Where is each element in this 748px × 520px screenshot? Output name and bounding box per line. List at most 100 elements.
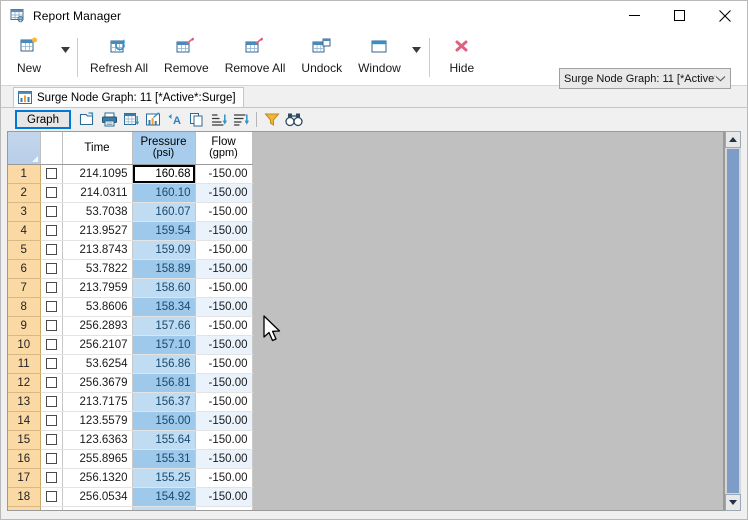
cell-flow[interactable]: -150.00: [195, 487, 253, 507]
scrollbar-track[interactable]: [725, 148, 741, 494]
row-checkbox-cell[interactable]: [40, 183, 63, 203]
row-checkbox-cell[interactable]: [40, 506, 63, 510]
scroll-up-button[interactable]: [725, 131, 741, 148]
row-header-cell[interactable]: 11: [8, 354, 41, 374]
row-checkbox[interactable]: [45, 300, 57, 312]
cell-pressure[interactable]: 156.00: [132, 411, 196, 431]
format-text-icon[interactable]: A: [164, 110, 186, 130]
row-checkbox-cell[interactable]: [40, 487, 63, 507]
cell-time[interactable]: 213.8743: [62, 240, 133, 260]
data-grid[interactable]: Time Pressure (psi) Flow (gpm) 1 214.1095…: [7, 131, 724, 511]
cell-flow[interactable]: -150.00: [195, 297, 253, 317]
report-selector-combobox[interactable]: Surge Node Graph: 11 [*Active*: [559, 68, 731, 89]
row-checkbox-cell[interactable]: [40, 221, 63, 241]
row-header-cell[interactable]: 10: [8, 335, 41, 355]
vertical-scrollbar[interactable]: [724, 131, 741, 511]
row-checkbox[interactable]: [45, 395, 57, 407]
cell-pressure[interactable]: 157.10: [132, 335, 196, 355]
cell-pressure[interactable]: 160.07: [132, 202, 196, 222]
cell-pressure[interactable]: 156.37: [132, 392, 196, 412]
graph-button[interactable]: Graph: [15, 110, 71, 129]
row-checkbox-cell[interactable]: [40, 164, 63, 184]
row-checkbox-cell[interactable]: [40, 392, 63, 412]
cell-flow[interactable]: -150.00: [195, 316, 253, 336]
row-checkbox[interactable]: [45, 262, 57, 274]
row-header-cell[interactable]: 5: [8, 240, 41, 260]
window-dropdown-caret[interactable]: [409, 30, 425, 85]
cell-time[interactable]: 256.3679: [62, 373, 133, 393]
cell-time[interactable]: 53.6254: [62, 354, 133, 374]
document-tab-surge-node-graph[interactable]: Surge Node Graph: 11 [*Active*:Surge]: [13, 87, 244, 107]
cell-flow[interactable]: -150.00: [195, 392, 253, 412]
cell-pressure[interactable]: 155.31: [132, 449, 196, 469]
cell-time[interactable]: 213.7959: [62, 278, 133, 298]
row-checkbox[interactable]: [45, 357, 57, 369]
row-header-cell[interactable]: 12: [8, 373, 41, 393]
table-row[interactable]: 9 256.2893 157.66 -150.00: [8, 316, 253, 336]
row-header-cell[interactable]: 15: [8, 430, 41, 450]
table-row[interactable]: 10 256.2107 157.10 -150.00: [8, 335, 253, 355]
copy-icon[interactable]: [186, 110, 208, 130]
cell-flow[interactable]: -150.00: [195, 335, 253, 355]
filter-icon[interactable]: [261, 110, 283, 130]
table-row[interactable]: 17 256.1320 155.25 -150.00: [8, 468, 253, 488]
scroll-down-button[interactable]: [725, 494, 741, 511]
row-checkbox-cell[interactable]: [40, 297, 63, 317]
cell-time[interactable]: 255.8965: [62, 449, 133, 469]
grid-select-all-corner[interactable]: [8, 132, 41, 165]
cell-pressure[interactable]: 156.86: [132, 354, 196, 374]
grid-header-flow[interactable]: Flow (gpm): [195, 132, 253, 165]
table-row[interactable]: 5 213.8743 159.09 -150.00: [8, 240, 253, 260]
cell-pressure[interactable]: 160.10: [132, 183, 196, 203]
minimize-button[interactable]: [612, 1, 657, 30]
row-checkbox-cell[interactable]: [40, 202, 63, 222]
row-checkbox[interactable]: [45, 490, 57, 502]
table-row[interactable]: 13 213.7175 156.37 -150.00: [8, 392, 253, 412]
row-checkbox-cell[interactable]: [40, 316, 63, 336]
cell-flow[interactable]: -150.00: [195, 202, 253, 222]
cell-time[interactable]: 256.2893: [62, 316, 133, 336]
row-checkbox[interactable]: [45, 319, 57, 331]
cell-time[interactable]: 53.7038: [62, 202, 133, 222]
row-header-cell[interactable]: 3: [8, 202, 41, 222]
cell-time[interactable]: 214.1095: [62, 164, 133, 184]
open-report-icon[interactable]: [76, 110, 98, 130]
row-header-cell[interactable]: 8: [8, 297, 41, 317]
find-icon[interactable]: [283, 110, 305, 130]
table-row[interactable]: 7 213.7959 158.60 -150.00: [8, 278, 253, 298]
cell-pressure[interactable]: 158.60: [132, 278, 196, 298]
ribbon-button-window[interactable]: Window: [350, 30, 409, 85]
row-header-cell[interactable]: 2: [8, 183, 41, 203]
scrollbar-thumb[interactable]: [727, 149, 739, 493]
row-checkbox[interactable]: [45, 376, 57, 388]
cell-pressure[interactable]: 155.25: [132, 468, 196, 488]
cell-flow[interactable]: -150.00: [195, 506, 253, 510]
ribbon-button-hide[interactable]: Hide: [434, 30, 490, 85]
row-checkbox-cell[interactable]: [40, 430, 63, 450]
table-row[interactable]: 4 213.9527 159.54 -150.00: [8, 221, 253, 241]
cell-time[interactable]: 213.7175: [62, 392, 133, 412]
row-checkbox-cell[interactable]: [40, 449, 63, 469]
grid-header-checkbox-column[interactable]: [40, 132, 63, 165]
cell-time[interactable]: 255.8181: [62, 506, 133, 510]
row-checkbox[interactable]: [45, 224, 57, 236]
row-header-cell[interactable]: 9: [8, 316, 41, 336]
table-row[interactable]: 2 214.0311 160.10 -150.00: [8, 183, 253, 203]
table-row[interactable]: 19 255.8181154.80-150.00: [8, 506, 253, 510]
cell-flow[interactable]: -150.00: [195, 259, 253, 279]
row-checkbox[interactable]: [45, 414, 57, 426]
table-row[interactable]: 15 123.6363 155.64 -150.00: [8, 430, 253, 450]
cell-pressure[interactable]: 154.92: [132, 487, 196, 507]
cell-flow[interactable]: -150.00: [195, 240, 253, 260]
cell-pressure-focused[interactable]: 160.68: [132, 164, 196, 184]
cell-flow[interactable]: -150.00: [195, 373, 253, 393]
row-checkbox-cell[interactable]: [40, 354, 63, 374]
row-checkbox[interactable]: [45, 167, 57, 179]
cell-pressure[interactable]: 158.34: [132, 297, 196, 317]
table-row[interactable]: 3 53.7038 160.07 -150.00: [8, 202, 253, 222]
cell-flow[interactable]: -150.00: [195, 183, 253, 203]
cell-time[interactable]: 213.9527: [62, 221, 133, 241]
cell-pressure[interactable]: 157.66: [132, 316, 196, 336]
grid-header-time[interactable]: Time: [62, 132, 133, 165]
cell-time[interactable]: 123.6363: [62, 430, 133, 450]
